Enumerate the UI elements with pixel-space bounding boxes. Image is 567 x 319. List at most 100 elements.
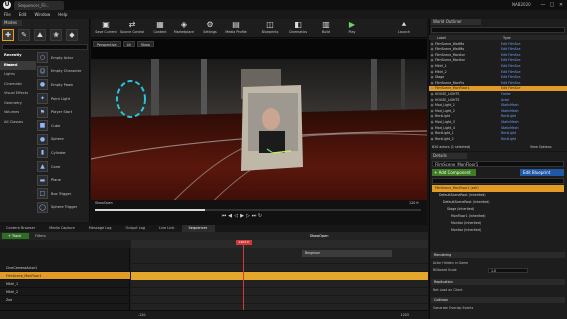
play-button[interactable]: ▶ Play [339, 20, 365, 37]
sequencer-track[interactable]: Zoe [0, 296, 130, 304]
category-item[interactable]: Geometry [0, 99, 36, 109]
actor-item[interactable]: ▬ Plane [37, 173, 89, 187]
outliner-tab[interactable]: World Outliner [431, 19, 481, 25]
actor-item[interactable]: □ Box Trigger [37, 187, 89, 201]
tab-live-link[interactable]: Live Link [153, 225, 182, 232]
category-item[interactable]: Lights [0, 70, 36, 80]
timeline-lane[interactable] [131, 296, 428, 304]
close-icon[interactable]: ✕ [557, 1, 565, 9]
camera-cut-section[interactable]: Bergeson [302, 250, 392, 257]
menu-file[interactable]: File [4, 10, 11, 19]
range-start[interactable]: -120 [138, 313, 145, 317]
modes-tab[interactable]: Modes [2, 20, 22, 26]
blueprints-button[interactable]: ◫ Blueprints [257, 20, 283, 37]
landscape-mode-icon[interactable]: ⛰ [34, 29, 46, 41]
marketplace-button[interactable]: ◈ Marketplace [171, 20, 197, 37]
outliner-row[interactable]: ◉ FilmScene_WallMo Edit FilmSce [429, 41, 567, 46]
outliner-search-input[interactable] [431, 27, 565, 33]
content-button[interactable]: ▦ Content [147, 20, 173, 37]
menu-edit[interactable]: Edit [19, 10, 27, 19]
edit-blueprint-button[interactable]: Edit Blueprint [520, 169, 564, 176]
actor-item[interactable]: ■ Cube [37, 119, 89, 133]
component-row[interactable]: FilmScene_MonFloor1 (self) [432, 185, 564, 192]
outliner-row[interactable]: ◉ Mktrl_1 Edit FilmSce [429, 63, 567, 68]
category-item[interactable]: Volumes [0, 108, 36, 118]
add-component-button[interactable]: + Add Component [432, 169, 476, 176]
maximize-icon[interactable]: □ [548, 1, 556, 9]
show-button[interactable]: Show [136, 40, 154, 47]
outliner-row[interactable]: ◉ RectLight_1 RectLight [429, 131, 567, 136]
timeline-lane[interactable] [131, 288, 428, 296]
document-tab[interactable]: Sequencer_Fil... [14, 1, 64, 10]
actor-item[interactable]: ○ Empty Actor [37, 51, 89, 65]
loop-icon[interactable]: ↻ [257, 213, 263, 219]
selected-track-lane[interactable] [131, 272, 428, 280]
actor-item[interactable]: ◯ Sphere Trigger [37, 201, 89, 215]
timeline-lane[interactable] [131, 256, 428, 264]
outliner-row[interactable]: ◉ RectLight RectLight [429, 114, 567, 119]
playhead[interactable] [243, 240, 244, 319]
add-track-button[interactable]: + Track [2, 233, 30, 239]
geometry-mode-icon[interactable]: ◆ [66, 29, 78, 41]
component-row[interactable]: Stage (Inherited) [432, 206, 564, 213]
outliner-row[interactable]: ◉ FilmScene_MonFlo Edit FilmSce [429, 80, 567, 85]
tab-content-browser[interactable]: Content Browser [0, 225, 43, 232]
place-search-input[interactable] [2, 44, 88, 50]
outliner-row[interactable]: ◉ Mod_Light_4 StaticMesh [429, 125, 567, 130]
component-row[interactable]: Monitor (Inherited) [432, 227, 564, 234]
actor-name-field[interactable]: FilmScene_MonFloor1 [432, 161, 564, 167]
launch-button[interactable]: ⯅ Launch [391, 20, 417, 37]
sequencer-track[interactable]: CineCameraActor1 [0, 264, 130, 272]
foliage-mode-icon[interactable]: ❀ [50, 29, 62, 41]
outliner-row[interactable]: ◉ Mktrl_2 Edit FilmSce [429, 69, 567, 74]
component-row[interactable]: Monitor (Inherited) [432, 220, 564, 227]
level-viewport[interactable] [91, 39, 427, 225]
category-item[interactable]: All Classes [0, 118, 36, 128]
outliner-row[interactable]: ◉ HOUSE_LIGHTS Actor [429, 97, 567, 102]
outliner-row[interactable]: ◉ FilmScene_Monitor Edit FilmSce [429, 52, 567, 57]
build-button[interactable]: ▥ Build [313, 20, 339, 37]
outliner-row[interactable]: ◉ RectLight_2 RectLight [429, 136, 567, 141]
settings-button[interactable]: ⚙ Settings [197, 20, 223, 37]
category-item[interactable]: Basic [0, 60, 36, 70]
component-row[interactable]: MonFloor1 (Inherited) [432, 213, 564, 220]
actor-item[interactable]: ● Sphere [37, 133, 89, 147]
sequencer-track[interactable]: Mktrl_1 [0, 280, 130, 288]
tab-output-log[interactable]: Output Log [119, 225, 153, 232]
actor-item[interactable]: ● Empty Pawn [37, 78, 89, 92]
category-item[interactable]: Cinematic [0, 80, 36, 90]
actor-item[interactable]: ▮ Cylinder [37, 146, 89, 160]
category-item[interactable]: Recently Placed [0, 51, 36, 67]
actor-item[interactable]: ⚑ Player Start [37, 105, 89, 119]
section-rendering[interactable]: Rendering [431, 252, 565, 258]
menu-window[interactable]: Window [34, 10, 50, 19]
view-options-button[interactable]: View Options [530, 145, 552, 149]
minimize-icon[interactable]: — [539, 1, 547, 9]
timeline-lane[interactable] [131, 264, 428, 272]
tab-media-capture[interactable]: Media Capture [43, 225, 83, 232]
component-row[interactable]: DefaultSceneRoot (Inherited) [432, 192, 564, 199]
time-ruler[interactable] [131, 240, 428, 248]
actor-item[interactable]: ▲ Cone [37, 160, 89, 174]
cinematics-button[interactable]: ◧ Cinematics [285, 20, 311, 37]
menu-help[interactable]: Help [58, 10, 67, 19]
category-item[interactable]: Visual Effects [0, 89, 36, 99]
actor-item[interactable]: ✦ Point Light [37, 92, 89, 106]
sequencer-track[interactable]: FilmScene_MonFloor1 [0, 272, 130, 280]
actor-item[interactable]: ☺ Empty Character [37, 65, 89, 79]
paint-mode-icon[interactable]: ✎ [18, 29, 30, 41]
component-search-input[interactable] [432, 178, 564, 184]
playback-scrubber[interactable] [95, 209, 421, 211]
place-mode-icon[interactable]: ✚ [2, 29, 14, 41]
col-label[interactable]: Label [437, 36, 503, 40]
filters-button[interactable]: Filters [29, 233, 54, 239]
outliner-row[interactable]: ◉ Mod_Light_3 StaticMesh [429, 119, 567, 124]
timeline-lane[interactable] [131, 280, 428, 288]
tab-message-log[interactable]: Message Log [83, 225, 120, 232]
outliner-row[interactable]: ◉ HOUSE_LIGHTS Folder [429, 91, 567, 96]
outliner-row[interactable]: ◉ Mod_Light_1 StaticMesh [429, 103, 567, 108]
range-end[interactable]: 1203 [400, 313, 408, 317]
section-collision[interactable]: Collision [431, 297, 565, 303]
sequencer-track[interactable]: Mktrl_2 [0, 288, 130, 296]
outliner-row[interactable]: ◉ FilmScene_WallMo Edit FilmSce [429, 47, 567, 52]
